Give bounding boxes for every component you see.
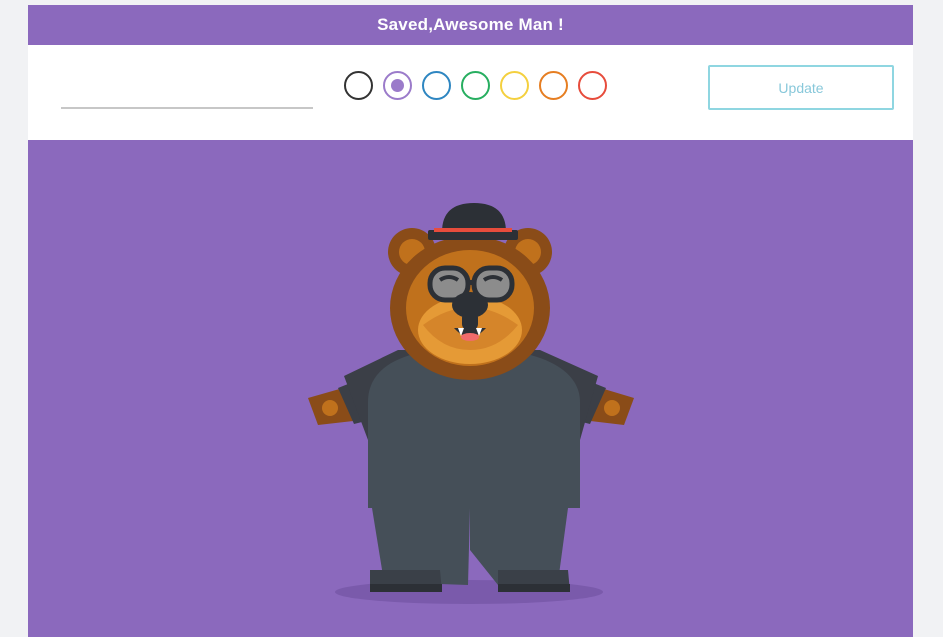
name-input[interactable] — [61, 83, 313, 109]
bear-character-icon — [308, 203, 634, 604]
color-swatch-group — [344, 71, 617, 105]
color-swatch-yellow[interactable] — [500, 71, 529, 100]
color-swatch-orange[interactable] — [539, 71, 568, 100]
selected-dot-icon — [391, 79, 404, 92]
color-swatch-black[interactable] — [344, 71, 373, 100]
bowler-hat-icon — [428, 203, 518, 240]
app-frame: Saved,Awesome Man ! Update — [28, 5, 913, 637]
color-swatch-red[interactable] — [578, 71, 607, 100]
color-swatch-green[interactable] — [461, 71, 490, 100]
status-banner: Saved,Awesome Man ! — [28, 5, 913, 45]
toolbar: Update — [28, 45, 913, 140]
legs — [370, 508, 570, 592]
update-button[interactable]: Update — [708, 65, 894, 110]
color-swatch-blue[interactable] — [422, 71, 451, 100]
character-stage — [28, 140, 913, 637]
color-swatch-purple[interactable] — [383, 71, 412, 100]
